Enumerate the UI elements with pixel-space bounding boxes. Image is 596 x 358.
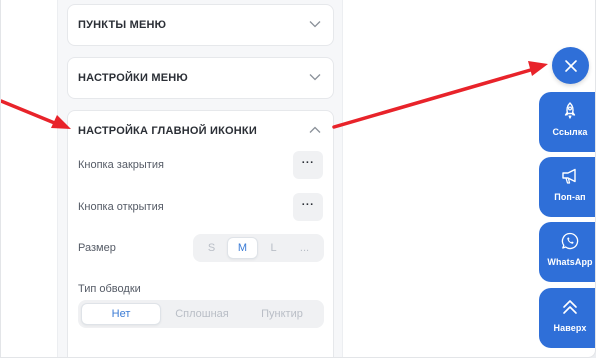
megaphone-icon: [562, 168, 576, 184]
widget-whatsapp-label: WhatsApp: [547, 257, 593, 267]
widget-link-button[interactable]: Ссылка: [539, 92, 595, 152]
widget-close-button[interactable]: [552, 47, 589, 84]
left-arrow-line: [1, 99, 59, 126]
rocket-icon: [564, 102, 576, 119]
widget-popup-label: Поп-ап: [554, 192, 586, 202]
whatsapp-icon: [561, 232, 579, 250]
left-arrow-head: [51, 115, 71, 129]
widget-scroll-top-button[interactable]: Наверх: [539, 288, 595, 348]
double-chevron-up-icon: [563, 300, 577, 314]
widget-scroll-top-label: Наверх: [553, 323, 587, 333]
right-arrow-head: [528, 61, 548, 76]
widget-popup-button[interactable]: Поп-ап: [539, 157, 595, 217]
close-icon: [564, 59, 577, 72]
canvas: ПУНКТЫ МЕНЮ НАСТРОЙКИ МЕНЮ НАСТРОЙКА ГЛА…: [0, 0, 596, 358]
annotation-arrows: [1, 61, 548, 129]
widget-whatsapp-button[interactable]: WhatsApp: [539, 222, 595, 282]
widget-link-label: Ссылка: [552, 127, 588, 137]
right-arrow-line: [332, 67, 536, 129]
